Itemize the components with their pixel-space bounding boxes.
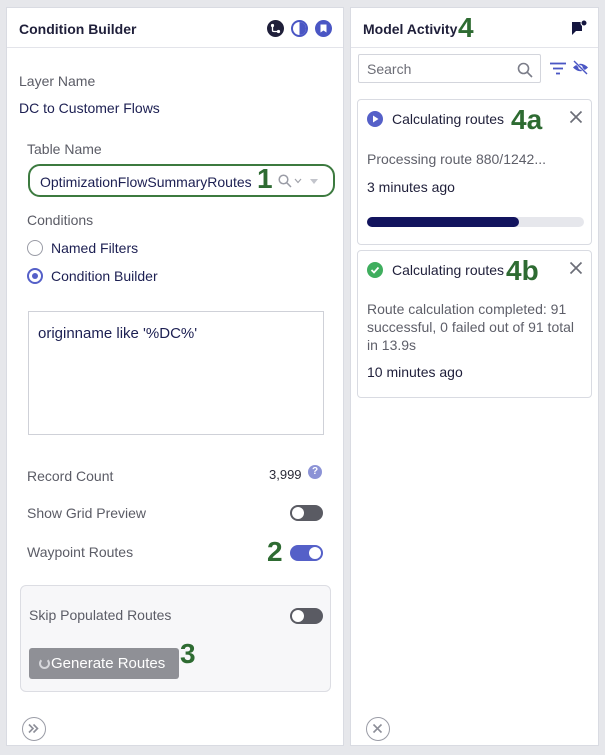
help-icon[interactable]: ? bbox=[308, 465, 322, 479]
route-icon[interactable] bbox=[267, 20, 284, 37]
table-name-value: OptimizationFlowSummaryRoutes bbox=[40, 174, 252, 190]
callout-1: 1 bbox=[257, 163, 273, 194]
radio-condition-builder-label[interactable]: Condition Builder bbox=[51, 268, 158, 284]
conditions-label: Conditions bbox=[27, 212, 94, 228]
layer-name-value: DC to Customer Flows bbox=[19, 100, 160, 116]
activity-card-title: Calculating routes bbox=[392, 111, 505, 127]
condition-builder-header: Condition Builder bbox=[7, 8, 343, 48]
radio-condition-builder[interactable] bbox=[27, 268, 43, 284]
waypoint-routes-toggle[interactable] bbox=[290, 545, 323, 561]
bookmark-icon[interactable] bbox=[315, 20, 332, 37]
record-count-value: 3,999 bbox=[269, 467, 302, 482]
expand-panel-button[interactable] bbox=[22, 717, 46, 741]
success-check-icon bbox=[367, 262, 383, 278]
panel-title: Condition Builder bbox=[19, 21, 137, 37]
clear-all-button[interactable] bbox=[366, 717, 390, 741]
skip-populated-section: Skip Populated Routes Generate Routes 3 bbox=[20, 585, 331, 692]
skip-populated-label: Skip Populated Routes bbox=[29, 607, 172, 623]
progress-bar-fill bbox=[367, 217, 519, 227]
skip-populated-toggle[interactable] bbox=[290, 608, 323, 624]
generate-routes-label: Generate Routes bbox=[51, 655, 166, 672]
close-icon[interactable] bbox=[569, 110, 583, 124]
waypoint-routes-label: Waypoint Routes bbox=[27, 544, 134, 560]
search-box bbox=[358, 54, 541, 83]
callout-2: 2 bbox=[267, 536, 283, 567]
chevron-down-icon[interactable] bbox=[294, 178, 302, 184]
search-icon[interactable] bbox=[278, 174, 292, 188]
model-activity-header: Model Activity 4 bbox=[351, 8, 598, 48]
close-icon[interactable] bbox=[569, 261, 583, 275]
activity-card-title: Calculating routes bbox=[392, 262, 505, 278]
panel-title: Model Activity bbox=[363, 21, 458, 37]
activity-card-message: Route calculation completed: 91 successf… bbox=[367, 301, 575, 353]
model-activity-panel: Model Activity 4 Calculating routes bbox=[350, 7, 599, 746]
activity-card-time: 3 minutes ago bbox=[367, 179, 455, 195]
dropdown-caret-icon[interactable] bbox=[310, 179, 318, 184]
activity-card: Calculating routes 4b Route calculation … bbox=[357, 250, 592, 398]
contrast-icon[interactable] bbox=[291, 20, 308, 37]
show-grid-preview-toggle[interactable] bbox=[290, 505, 323, 521]
condition-textarea[interactable]: originname like '%DC%' bbox=[28, 311, 324, 435]
show-grid-preview-label: Show Grid Preview bbox=[27, 505, 147, 521]
generate-routes-button[interactable]: Generate Routes bbox=[29, 648, 179, 679]
loading-spinner-icon bbox=[39, 658, 50, 669]
callout-3: 3 bbox=[180, 638, 196, 669]
search-input[interactable] bbox=[359, 55, 509, 82]
table-name-label: Table Name bbox=[27, 141, 102, 157]
activity-card-time: 10 minutes ago bbox=[367, 364, 463, 380]
activity-card-message: Processing route 880/1242... bbox=[367, 151, 547, 167]
condition-text: originname like '%DC%' bbox=[38, 325, 198, 342]
notification-flag-icon[interactable] bbox=[570, 19, 588, 37]
callout-4: 4 bbox=[458, 12, 474, 43]
visibility-off-icon[interactable] bbox=[572, 60, 589, 75]
callout-4b: 4b bbox=[506, 255, 539, 286]
filter-icon[interactable] bbox=[550, 62, 566, 75]
running-status-icon bbox=[367, 111, 383, 127]
table-name-select[interactable]: OptimizationFlowSummaryRoutes bbox=[28, 164, 335, 197]
radio-named-filters[interactable] bbox=[27, 240, 43, 256]
radio-named-filters-label[interactable]: Named Filters bbox=[51, 240, 138, 256]
callout-4a: 4a bbox=[511, 104, 543, 135]
activity-card: Calculating routes 4a Processing route 8… bbox=[357, 99, 592, 245]
record-count-label: Record Count bbox=[27, 468, 114, 484]
close-circle-icon bbox=[372, 723, 383, 734]
double-chevron-right-icon bbox=[28, 723, 39, 734]
search-icon[interactable] bbox=[517, 62, 533, 78]
progress-bar bbox=[367, 217, 584, 227]
condition-builder-panel: Condition Builder Layer Name DC to Custo… bbox=[6, 7, 344, 746]
layer-name-label: Layer Name bbox=[19, 73, 96, 89]
